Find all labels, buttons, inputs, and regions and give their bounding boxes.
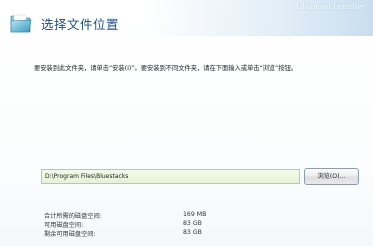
page-title: 选择文件位置 [41,17,120,32]
header-banner: Advanced Installer 选择文件位置 [0,0,373,52]
disk-space-value: 83 GB [183,229,202,236]
install-path-input[interactable]: D:\Program Files\Bluestacks [41,169,300,184]
disk-space-label: 可用磁盘空间: [44,222,84,229]
disk-space-summary: 合计所需的磁盘空间: 169 MB 可用磁盘空间: 83 GB 剩余可用磁盘空间… [44,211,224,238]
disk-space-label: 合计所需的磁盘空间: [44,213,102,220]
disk-space-label: 剩余可用磁盘空间: [44,231,96,238]
brand-watermark: Advanced Installer [294,3,365,11]
folder-icon [10,14,32,33]
instruction-text: 要安装到此文件夹，请单击“安装(I)”。要安装到不同文件夹，请在下面输入或单击“… [34,65,298,72]
disk-space-row: 可用磁盘空间: 83 GB [44,220,224,229]
disk-space-value: 83 GB [183,220,202,227]
disk-space-value: 169 MB [183,211,207,218]
disk-space-row: 剩余可用磁盘空间: 83 GB [44,229,224,238]
browse-button[interactable]: 浏览(O)... [304,168,359,185]
installer-window: Advanced Installer 选择文件位置 要安装到此文件夹，请单击“安… [0,0,373,246]
disk-space-row: 合计所需的磁盘空间: 169 MB [44,211,224,220]
